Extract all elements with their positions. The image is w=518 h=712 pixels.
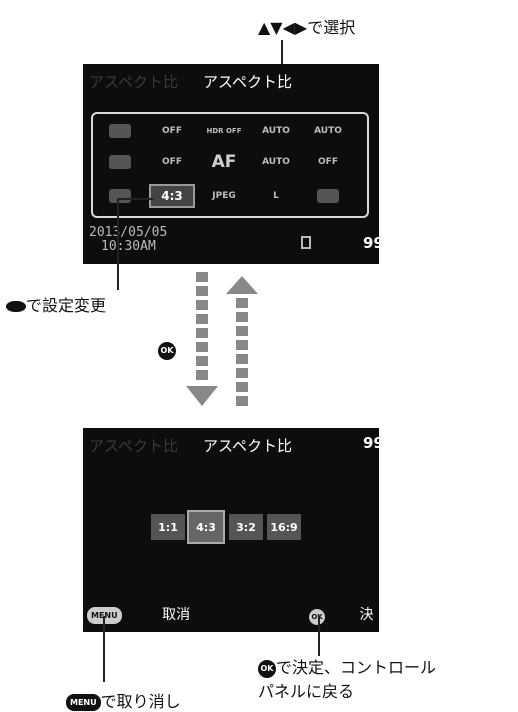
aspect-ratio-screen: アスペクト比 アスペクト比 99 1:1 4:3 3:2 16:9 MENU 取… xyxy=(83,428,379,632)
card-icon xyxy=(301,236,311,249)
time-display: 10:30AM xyxy=(101,239,156,254)
callout-line-dial-h xyxy=(117,198,153,200)
panel-title: アスペクト比 xyxy=(203,73,292,91)
ratio-option-1-1[interactable]: 1:1 xyxy=(151,514,185,540)
setting-cell-icon[interactable] xyxy=(97,150,143,174)
down-arrow xyxy=(186,272,218,406)
date-display: 2013/05/05 xyxy=(89,225,168,240)
cancel-label: 取消 xyxy=(162,607,191,623)
ratio-option-3-2[interactable]: 3:2 xyxy=(229,514,263,540)
callout-line-menu xyxy=(103,616,105,682)
ok-key-icon: OK xyxy=(158,340,176,360)
screen-title: アスペクト比 xyxy=(203,437,292,455)
shots-remaining: 99 xyxy=(363,434,379,452)
setting-cell-icon[interactable] xyxy=(305,184,351,208)
up-arrow xyxy=(226,276,258,406)
metering-icon xyxy=(109,155,131,169)
callout-line-dial xyxy=(117,198,119,290)
ghost-title: アスペクト比 xyxy=(89,437,178,455)
setting-cell[interactable]: OFF xyxy=(149,119,195,143)
aspect-ratio-cell[interactable]: 4:3 xyxy=(149,184,195,208)
setting-cell-af[interactable]: AF xyxy=(201,150,247,174)
transition-arrows xyxy=(186,272,258,406)
ok-key-icon: OK xyxy=(309,609,325,625)
confirm-label: 決 xyxy=(359,607,374,623)
shots-remaining: 99 xyxy=(363,234,379,252)
setting-cell[interactable]: AUTO xyxy=(253,150,299,174)
callout-line-ok xyxy=(318,616,320,656)
shake-reduction-icon xyxy=(317,189,339,203)
ratio-option-4-3[interactable]: 4:3 xyxy=(187,510,225,544)
setting-cell[interactable]: AUTO xyxy=(253,119,299,143)
custom-image-icon xyxy=(109,189,131,203)
dial-change-label: で設定変更 xyxy=(6,292,106,316)
menu-caption: MENU で取り消し xyxy=(66,688,181,712)
setting-cell[interactable]: AUTO xyxy=(305,119,351,143)
ratio-option-16-9[interactable]: 16:9 xyxy=(267,514,301,540)
setting-cell-icon[interactable] xyxy=(97,184,143,208)
setting-cell[interactable]: JPEG xyxy=(201,184,247,208)
ghost-title: アスペクト比 xyxy=(89,73,178,91)
hdr-label: HDR OFF xyxy=(206,127,242,135)
ok-caption-line2: パネルに戻る xyxy=(258,682,355,701)
select-instruction: ▲▼◀▶で選択 xyxy=(258,18,356,37)
setting-cell[interactable]: OFF xyxy=(305,150,351,174)
ok-caption: OK で決定、コントロール xyxy=(258,654,436,678)
camera-mode-icon xyxy=(109,124,131,138)
control-panel-screen: アスペクト比 アスペクト比 OFF HDR OFF AUTO AUTO OFF … xyxy=(83,64,379,264)
setting-cell-icon[interactable] xyxy=(97,119,143,143)
menu-key-icon: MENU xyxy=(66,694,101,711)
dial-icon xyxy=(6,301,26,312)
ok-key-icon: OK xyxy=(258,659,276,678)
setting-cell[interactable]: OFF xyxy=(149,150,195,174)
setting-cell[interactable]: L xyxy=(253,184,299,208)
setting-cell[interactable]: HDR OFF xyxy=(201,119,247,143)
